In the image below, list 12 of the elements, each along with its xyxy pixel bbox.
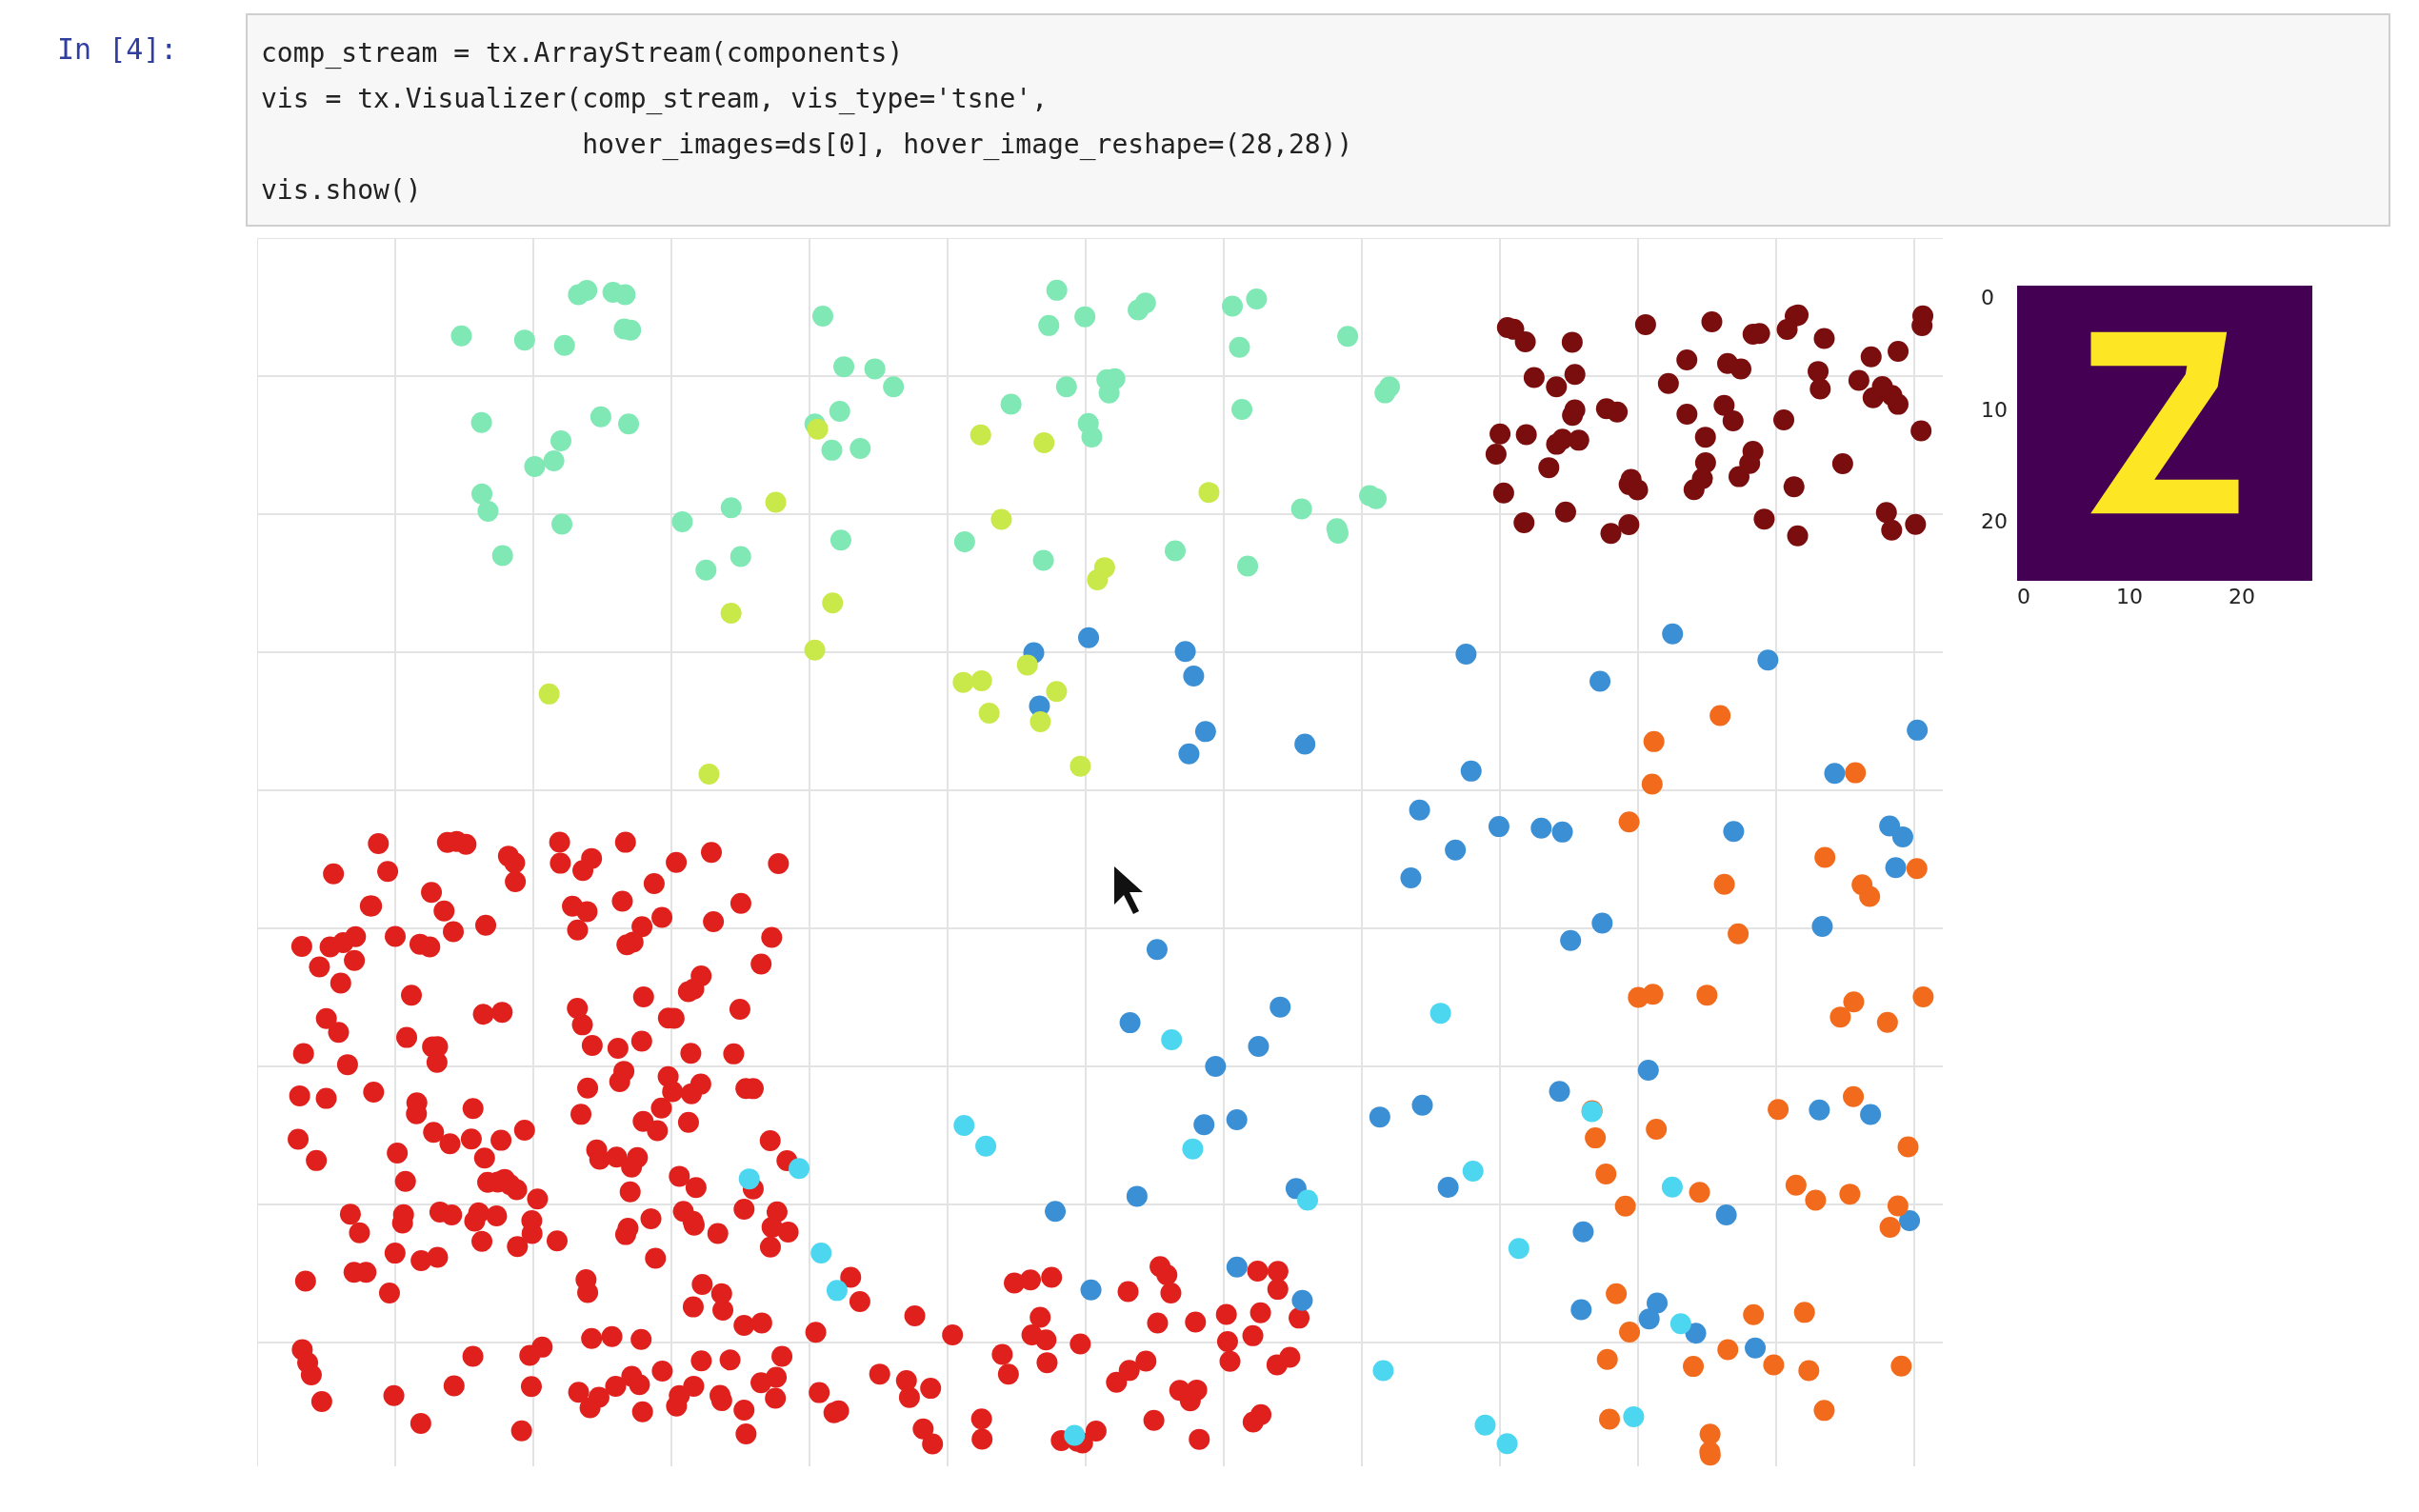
code-line: hover_images=ds[0], hover_image_reshape=(28,28)) <box>581 128 1354 162</box>
code-line: vis.show() <box>261 173 423 208</box>
axis-tick-label: 0 <box>1981 286 1995 309</box>
axis-tick-label: 0 <box>2017 585 2030 608</box>
code-line: comp_stream = tx.ArrayStream(components) <box>261 36 905 70</box>
axis-tick-label: 10 <box>2116 585 2143 608</box>
axis-tick-label: 20 <box>2229 585 2255 608</box>
code-line: vis = tx.Visualizer(comp_stream, vis_type='tsne', <box>261 82 1049 116</box>
axis-tick-label: 20 <box>1981 509 2008 533</box>
axis-tick-label: 10 <box>1981 397 2008 422</box>
code-cell[interactable]: comp_stream = tx.ArrayStream(components) vis = tx.Visualizer(comp_stream, vis_type='tsne', hover_images=ds[0], hover_image_reshape=(28,28)) vis.show() <box>246 13 2390 227</box>
cell-prompt: In [4]: <box>57 31 179 66</box>
